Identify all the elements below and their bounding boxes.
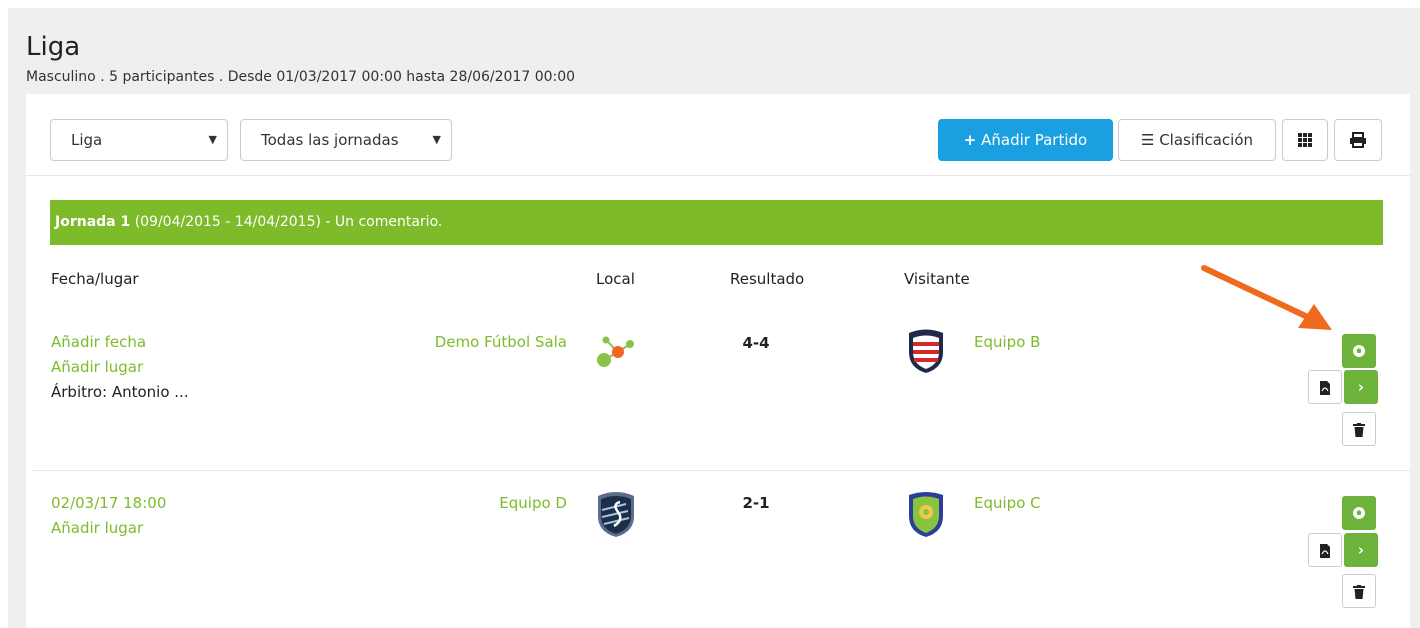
trash-icon — [1353, 423, 1365, 437]
grid-icon — [1298, 133, 1312, 147]
page-title: Liga — [26, 32, 81, 62]
add-date-link[interactable]: Añadir fecha — [51, 333, 146, 351]
file-pdf-icon — [1320, 381, 1330, 395]
match-detail-button[interactable]: › — [1344, 370, 1378, 404]
round-header: Jornada 1 (09/04/2015 - 14/04/2015) - Un… — [50, 200, 1383, 245]
matches-panel: Liga ▼ Todas las jornadas ▼ + Añadir Par… — [26, 94, 1410, 628]
page-subtitle: Masculino . 5 participantes . Desde 01/0… — [26, 69, 576, 85]
add-place-link[interactable]: Añadir lugar — [51, 519, 143, 537]
home-team-link[interactable]: Demo Fútbol Sala — [414, 333, 567, 351]
col-local: Local — [596, 270, 635, 288]
referee-label: Árbitro: Antonio ... — [51, 383, 189, 401]
green-shield-logo-icon — [909, 492, 943, 537]
ball-result-button[interactable] — [1342, 496, 1376, 530]
plus-icon: + — [963, 131, 977, 149]
round-select[interactable]: Todas las jornadas ▼ — [240, 119, 452, 161]
grid-view-button[interactable] — [1282, 119, 1328, 161]
list-icon: ☰ — [1140, 131, 1155, 149]
chevron-down-icon: ▼ — [208, 133, 217, 146]
trash-icon — [1353, 585, 1365, 599]
soccer-ball-icon — [1353, 345, 1365, 357]
away-team-link[interactable]: Equipo B — [974, 333, 1040, 351]
match-date-link[interactable]: 02/03/17 18:00 — [51, 494, 166, 512]
chevron-right-icon: › — [1357, 541, 1365, 559]
away-team-link[interactable]: Equipo C — [974, 494, 1041, 512]
molecule-logo-icon — [597, 336, 634, 367]
delete-button[interactable] — [1342, 574, 1376, 608]
home-team-link[interactable]: Equipo D — [414, 494, 567, 512]
soccer-ball-icon — [1353, 507, 1365, 519]
chevron-right-icon: › — [1357, 378, 1365, 396]
row-divider — [32, 470, 1410, 471]
competition-select[interactable]: Liga ▼ — [50, 119, 228, 161]
striped-shield-logo-icon — [909, 329, 943, 373]
toolbar: Liga ▼ Todas las jornadas ▼ + Añadir Par… — [26, 94, 1410, 176]
add-match-button[interactable]: + Añadir Partido — [938, 119, 1113, 161]
pdf-button[interactable] — [1308, 533, 1342, 567]
printer-icon — [1350, 132, 1366, 148]
file-pdf-icon — [1320, 544, 1330, 558]
col-visitor: Visitante — [904, 270, 970, 288]
ball-result-button[interactable] — [1342, 334, 1376, 368]
round-detail: (09/04/2015 - 14/04/2015) - Un comentari… — [134, 214, 443, 230]
print-button[interactable] — [1334, 119, 1382, 161]
col-result: Resultado — [730, 270, 805, 288]
add-place-link[interactable]: Añadir lugar — [51, 358, 143, 376]
arrow-annotation — [1201, 265, 1332, 330]
match-detail-button[interactable]: › — [1344, 533, 1378, 567]
match-score: 2-1 — [742, 494, 770, 512]
delete-button[interactable] — [1342, 412, 1376, 446]
add-match-label: Añadir Partido — [981, 131, 1088, 149]
match-score: 4-4 — [742, 334, 770, 352]
blue-crest-logo-icon — [598, 492, 634, 537]
round-title: Jornada 1 — [55, 214, 131, 230]
round-select-value: Todas las jornadas — [261, 131, 399, 149]
standings-button[interactable]: ☰ Clasificación — [1118, 119, 1276, 161]
col-date-place: Fecha/lugar — [51, 270, 139, 288]
competition-select-value: Liga — [71, 131, 103, 149]
chevron-down-icon: ▼ — [432, 133, 441, 146]
pdf-button[interactable] — [1308, 370, 1342, 404]
standings-label: Clasificación — [1159, 131, 1254, 149]
